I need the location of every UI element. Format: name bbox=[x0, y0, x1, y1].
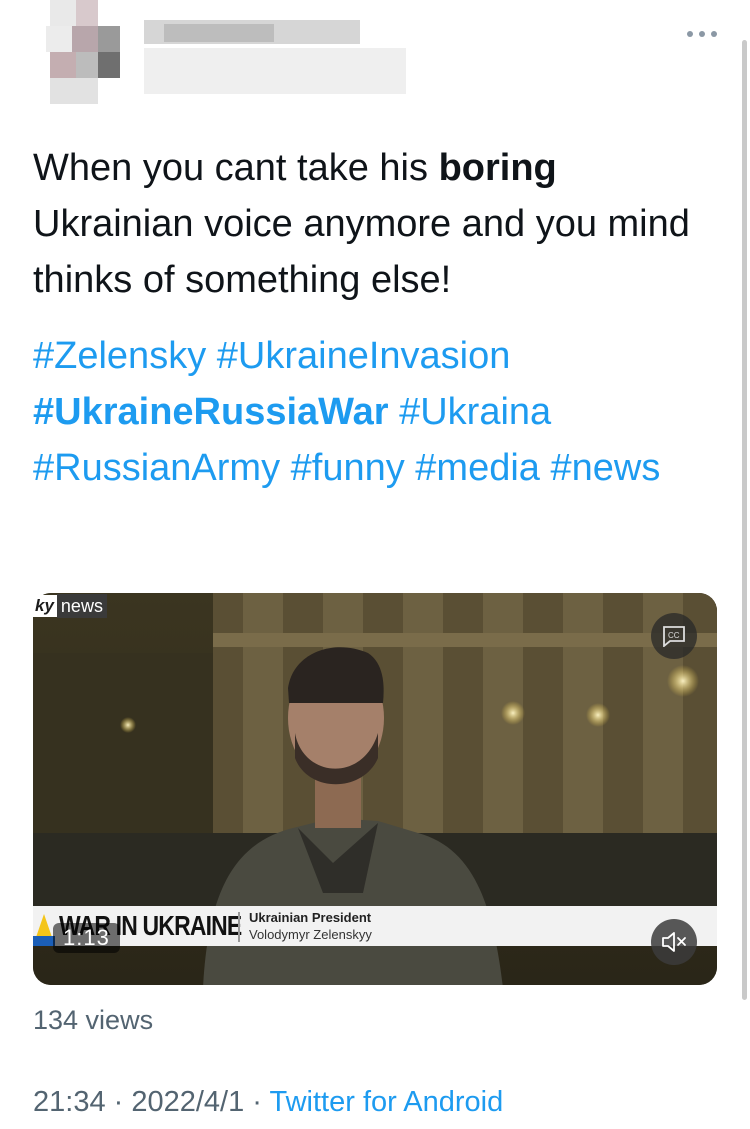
hashtag[interactable]: #Zelensky bbox=[33, 335, 206, 377]
svg-text:CC: CC bbox=[668, 631, 680, 640]
tweet-text-bold: boring bbox=[438, 147, 557, 189]
banner-flag-icon bbox=[33, 906, 55, 946]
hashtag[interactable]: #Ukraina bbox=[399, 391, 551, 433]
hashtag[interactable]: #news bbox=[551, 447, 661, 489]
hashtag[interactable]: #UkraineInvasion bbox=[217, 335, 511, 377]
avatar[interactable] bbox=[46, 0, 122, 104]
tweet-meta: 21:34 · 2022/4/1 · Twitter for Android bbox=[33, 1086, 503, 1119]
tweet-text: When you cant take his boring Ukrainian … bbox=[33, 140, 693, 308]
hashtag[interactable]: #RussianArmy bbox=[33, 447, 280, 489]
scrollbar[interactable] bbox=[742, 40, 747, 1000]
tweet-date[interactable]: 2022/4/1 bbox=[131, 1086, 244, 1118]
view-count: 134 views bbox=[33, 1005, 154, 1035]
more-icon[interactable] bbox=[686, 18, 718, 44]
meta-separator: · bbox=[244, 1086, 270, 1118]
hashtag[interactable]: #media bbox=[415, 447, 540, 489]
hashtag[interactable]: #UkraineRussiaWar bbox=[33, 391, 389, 433]
video-player[interactable]: CC WAR IN UKRAINE Ukrainian President Vo… bbox=[33, 593, 717, 985]
banner-role: Ukrainian President bbox=[249, 910, 372, 925]
meta-separator: · bbox=[105, 1086, 132, 1118]
mute-icon[interactable] bbox=[651, 919, 697, 965]
tweet-time[interactable]: 21:34 bbox=[33, 1086, 106, 1118]
banner-divider bbox=[238, 912, 240, 942]
channel-logo-left: ky bbox=[32, 595, 57, 617]
tweet-text-end: Ukrainian voice anymore and you mind thi… bbox=[33, 203, 690, 301]
hashtag[interactable]: #funny bbox=[291, 447, 405, 489]
tweet-source[interactable]: Twitter for Android bbox=[270, 1086, 504, 1118]
channel-logo: ky news bbox=[32, 593, 107, 619]
tweet-text-start: When you cant take his bbox=[33, 147, 439, 189]
banner-name: Volodymyr Zelenskyy bbox=[249, 927, 372, 942]
video-duration: 1:13 bbox=[53, 923, 120, 953]
channel-logo-right: news bbox=[56, 594, 107, 618]
closed-captions-icon[interactable]: CC bbox=[651, 613, 697, 659]
news-banner: WAR IN UKRAINE Ukrainian President Volod… bbox=[33, 906, 717, 946]
hashtag-list: #Zelensky #UkraineInvasion #UkraineRussi… bbox=[33, 328, 673, 496]
